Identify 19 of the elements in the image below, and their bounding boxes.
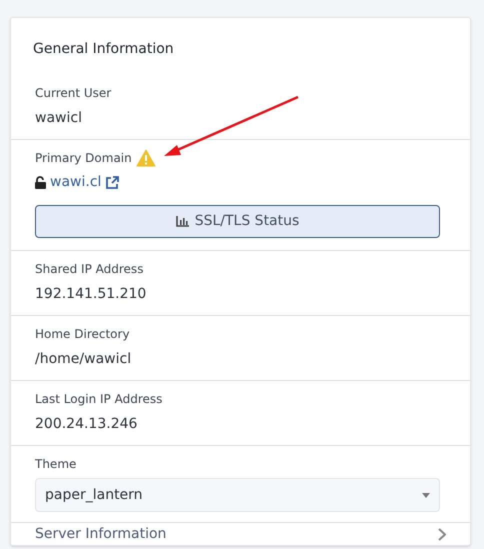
field-value: 192.141.51.210	[35, 285, 148, 304]
field-label: Home Directory	[35, 326, 130, 343]
unlocked-padlock-icon	[35, 176, 46, 189]
field-value: /home/wawicl	[35, 350, 132, 369]
field-label: Current User	[35, 85, 112, 102]
theme-select[interactable]: paper_lantern	[35, 478, 440, 512]
bar-chart-icon	[176, 216, 189, 227]
panel-title: General Information	[32, 40, 175, 59]
dropdown-caret-icon	[422, 492, 430, 498]
domain-link[interactable]: wawi.cl	[50, 172, 102, 193]
field-label: Shared IP Address	[35, 261, 144, 278]
field-label: Primary Domain	[35, 150, 132, 167]
field-label: Theme	[35, 456, 76, 473]
field-label: Last Login IP Address	[35, 391, 162, 408]
server-information-toggle[interactable]: Server Information	[11, 523, 470, 545]
ssl-status-button[interactable]: SSL/TLS Status	[35, 205, 440, 238]
field-value: wawicl	[35, 109, 83, 128]
field-value: 200.24.13.246	[35, 415, 138, 434]
external-link-icon[interactable]	[105, 176, 120, 190]
